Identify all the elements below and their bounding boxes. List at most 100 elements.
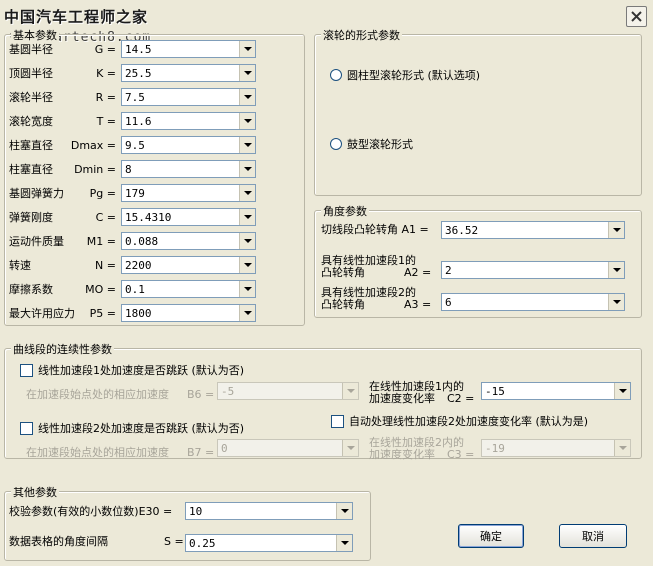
b6-value: -5 — [221, 385, 235, 398]
basic-param-value: 11.6 — [125, 115, 152, 128]
checkbox-jump2[interactable] — [20, 422, 33, 435]
checkbox-jump2-label: 线性加速段2处加速度是否跳跃 (默认为否) — [38, 422, 245, 435]
basic-param-symbol: G = — [94, 43, 116, 56]
c2-value: -15 — [485, 385, 505, 398]
chevron-down-icon — [239, 137, 255, 153]
other-params-title: 其他参数 — [11, 484, 59, 500]
angle-params-title: 角度参数 — [321, 203, 369, 219]
basic-param-symbol: Pg = — [89, 187, 116, 200]
a2-combo[interactable]: 2 — [441, 261, 625, 279]
basic-param-value: 14.5 — [125, 43, 152, 56]
basic-param-combo[interactable]: 0.1 — [121, 280, 256, 298]
basic-param-combo[interactable]: 0.088 — [121, 232, 256, 250]
a3-label-line2: 凸轮转角 — [321, 298, 365, 311]
chevron-down-icon — [239, 65, 255, 81]
dialog-window: 中国汽车工程师之家 www.cartech8.com 基本参数 基圆半径 G = 1… — [0, 0, 653, 566]
ok-button[interactable]: 确定 — [458, 524, 524, 548]
basic-param-combo[interactable]: 2200 — [121, 256, 256, 274]
close-button[interactable] — [626, 6, 647, 27]
basic-param-combo[interactable]: 25.5 — [121, 64, 256, 82]
c2-sym: C2 = — [447, 392, 475, 405]
a2-sym: A2 = — [404, 266, 432, 279]
chevron-down-icon — [336, 503, 352, 519]
basic-param-symbol: Dmin = — [74, 163, 116, 176]
b7-value: 0 — [221, 442, 228, 455]
chevron-down-icon — [239, 209, 255, 225]
chevron-down-icon — [239, 257, 255, 273]
chevron-down-icon — [239, 89, 255, 105]
radio-cylinder[interactable] — [330, 69, 342, 81]
chevron-down-icon — [342, 383, 358, 399]
a1-label: 切线段凸轮转角 A1 = — [321, 223, 429, 236]
basic-param-label: 基圆弹簧力 — [9, 187, 64, 200]
chevron-down-icon — [239, 233, 255, 249]
chevron-down-icon — [239, 185, 255, 201]
e30-combo[interactable]: 10 — [185, 502, 353, 520]
basic-param-label: 摩擦系数 — [9, 283, 53, 296]
window-title: 中国汽车工程师之家 — [4, 8, 149, 26]
basic-param-value: 0.088 — [125, 235, 159, 248]
radio-drum[interactable] — [330, 138, 342, 150]
continuity-title: 曲线段的连续性参数 — [11, 341, 114, 357]
basic-param-label: 运动件质量 — [9, 235, 64, 248]
chevron-down-icon — [336, 535, 352, 551]
chevron-down-icon — [614, 440, 630, 456]
basic-param-label: 滚轮宽度 — [9, 115, 53, 128]
basic-param-label: 柱塞直径 — [9, 139, 53, 152]
chevron-down-icon — [239, 161, 255, 177]
basic-param-value: 7.5 — [125, 91, 145, 104]
chevron-down-icon — [239, 113, 255, 129]
roller-form-title: 滚轮的形式参数 — [321, 27, 402, 43]
s-combo[interactable]: 0.25 — [185, 534, 353, 552]
s-value: 0.25 — [189, 537, 216, 550]
s-sym: S = — [164, 535, 184, 548]
b7-label: 在加速段始点处的相应加速度 — [26, 446, 169, 459]
e30-label: 校验参数(有效的小数位数)E30 = — [9, 505, 173, 518]
a1-value: 36.52 — [445, 224, 479, 237]
basic-param-label: 最大许用应力 — [9, 307, 75, 320]
cancel-button[interactable]: 取消 — [559, 524, 627, 548]
basic-param-label: 柱塞直径 — [9, 163, 53, 176]
basic-param-symbol: K = — [96, 67, 116, 80]
basic-param-symbol: C = — [95, 211, 116, 224]
basic-param-value: 1800 — [125, 307, 152, 320]
a2-value: 2 — [445, 264, 452, 277]
basic-param-combo[interactable]: 9.5 — [121, 136, 256, 154]
basic-param-label: 顶圆半径 — [9, 67, 53, 80]
basic-param-combo[interactable]: 1800 — [121, 304, 256, 322]
basic-param-symbol: N = — [95, 259, 116, 272]
b6-label: 在加速段始点处的相应加速度 — [26, 388, 169, 401]
a1-combo[interactable]: 36.52 — [441, 221, 625, 239]
b7-combo[interactable]: 0 — [217, 439, 359, 457]
c3-sym: C3 = — [447, 448, 475, 461]
basic-param-combo[interactable]: 11.6 — [121, 112, 256, 130]
s-label: 数据表格的角度间隔 — [9, 535, 108, 548]
checkbox-jump1[interactable] — [20, 364, 33, 377]
basic-param-combo[interactable]: 179 — [121, 184, 256, 202]
a2-label-line2: 凸轮转角 — [321, 266, 365, 279]
checkbox-jump1-label: 线性加速段1处加速度是否跳跃 (默认为否) — [38, 364, 245, 377]
a3-value: 6 — [445, 296, 452, 309]
basic-param-label: 弹簧刚度 — [9, 211, 53, 224]
basic-param-combo[interactable]: 7.5 — [121, 88, 256, 106]
chevron-down-icon — [239, 305, 255, 321]
basic-param-value: 9.5 — [125, 139, 145, 152]
c3-value: -19 — [485, 442, 505, 455]
basic-param-combo[interactable]: 15.4310 — [121, 208, 256, 226]
c2-combo[interactable]: -15 — [481, 382, 631, 400]
basic-param-value: 0.1 — [125, 283, 145, 296]
a3-combo[interactable]: 6 — [441, 293, 625, 311]
basic-param-combo[interactable]: 8 — [121, 160, 256, 178]
basic-param-combo[interactable]: 14.5 — [121, 40, 256, 58]
basic-params-title: 基本参数 — [11, 27, 59, 43]
checkbox-auto[interactable] — [331, 415, 344, 428]
basic-param-symbol: MO = — [85, 283, 116, 296]
b6-combo[interactable]: -5 — [217, 382, 359, 400]
basic-param-symbol: R = — [95, 91, 116, 104]
basic-param-label: 转速 — [9, 259, 31, 272]
basic-param-value: 25.5 — [125, 67, 152, 80]
c3-combo[interactable]: -19 — [481, 439, 631, 457]
chevron-down-icon — [614, 383, 630, 399]
basic-param-value: 2200 — [125, 259, 152, 272]
basic-param-symbol: Dmax = — [70, 139, 116, 152]
